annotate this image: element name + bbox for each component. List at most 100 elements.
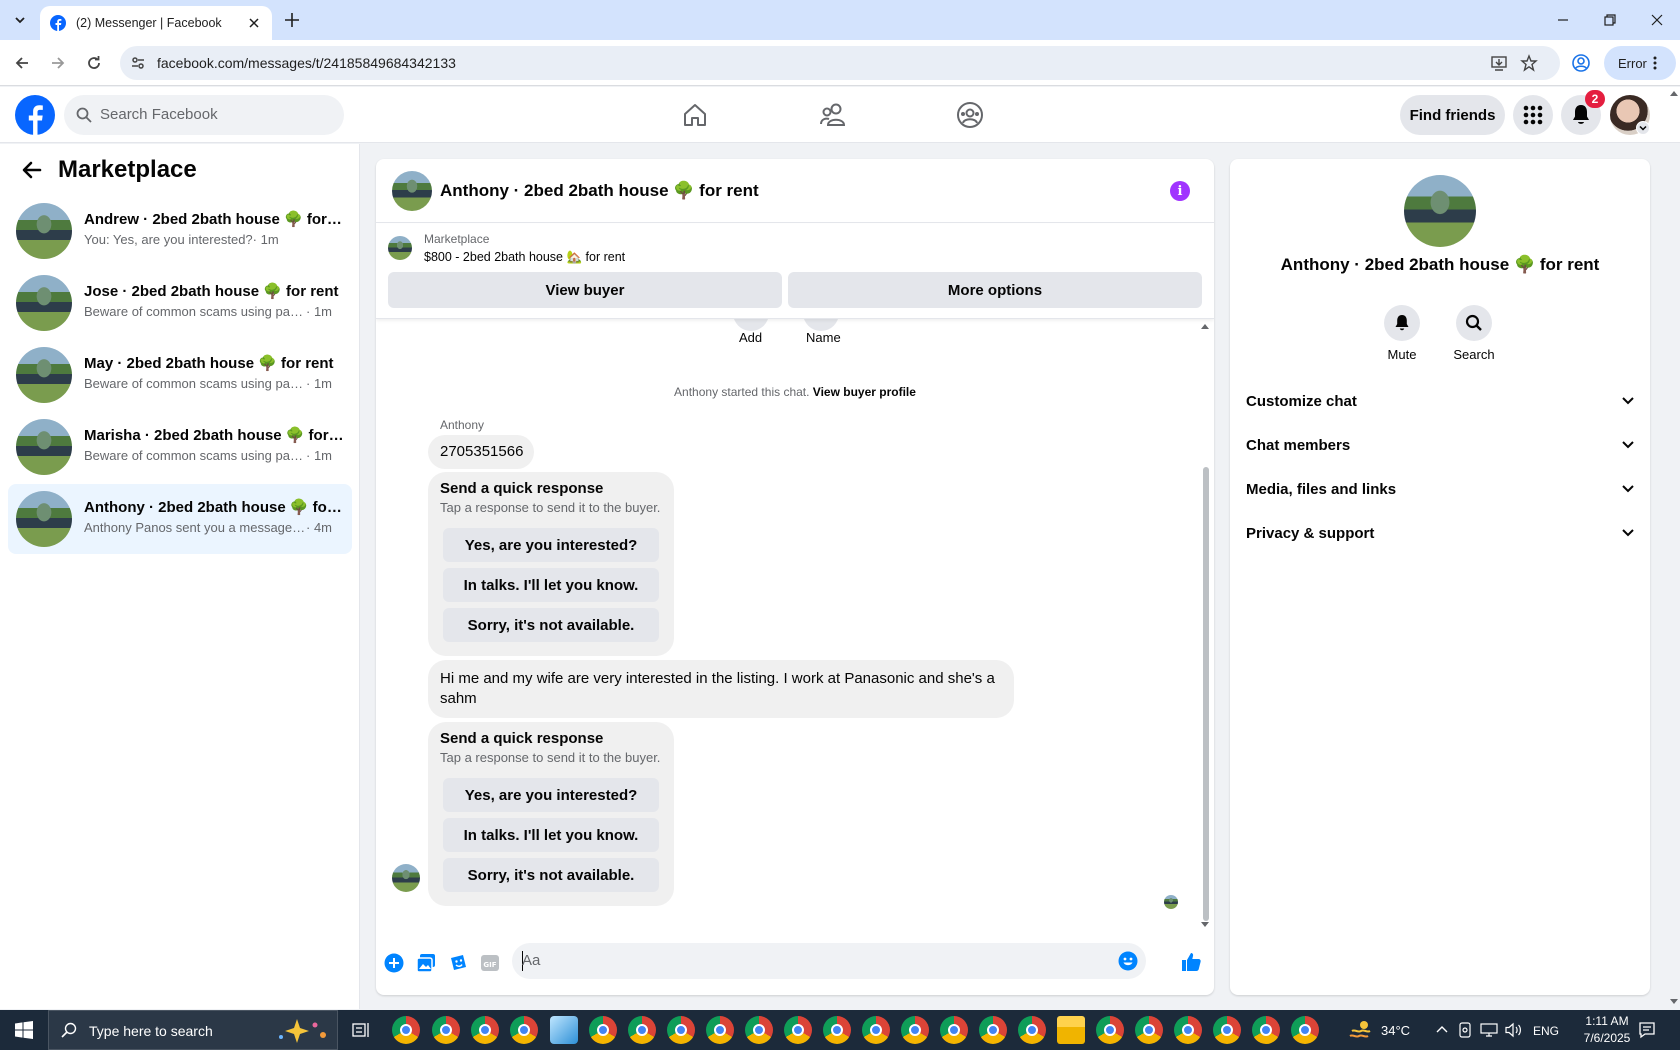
groups-nav-button[interactable]: [954, 99, 986, 131]
network-icon[interactable]: [1480, 1022, 1498, 1038]
quick-reply-not-available[interactable]: Sorry, it's not available.: [443, 608, 659, 642]
taskbar-file-explorer-app[interactable]: [1057, 1016, 1085, 1044]
weather-temperature[interactable]: 34°C: [1381, 1023, 1410, 1038]
quick-reply-interested[interactable]: Yes, are you interested?: [443, 778, 659, 812]
volume-icon[interactable]: [1504, 1022, 1522, 1038]
scroll-up-arrow-icon[interactable]: [1670, 90, 1678, 96]
more-options-button[interactable]: More options: [788, 272, 1202, 308]
taskbar-chrome-app-13[interactable]: [901, 1016, 929, 1044]
scroll-down-arrow-icon[interactable]: [1670, 999, 1678, 1005]
plus-circle-icon[interactable]: [384, 953, 404, 973]
taskbar-chrome-app-9[interactable]: [745, 1016, 773, 1044]
minimize-button[interactable]: [1540, 0, 1586, 40]
taskbar-chrome-app-20[interactable]: [1213, 1016, 1241, 1044]
message-bubble-interest[interactable]: Hi me and my wife are very interested in…: [428, 660, 1014, 718]
back-button[interactable]: [10, 51, 34, 75]
notification-center-icon[interactable]: [1638, 1021, 1656, 1039]
sender-avatar[interactable]: [392, 864, 420, 892]
tab-search-button[interactable]: [8, 8, 32, 32]
input-language[interactable]: ENG: [1533, 1024, 1559, 1038]
chat-title[interactable]: Anthony · 2bed 2bath house 🌳 for rent: [440, 181, 759, 201]
profile-error-button[interactable]: Error: [1604, 46, 1676, 80]
close-tab-icon[interactable]: [246, 15, 262, 31]
start-button[interactable]: [0, 1010, 48, 1050]
restore-button[interactable]: [1587, 0, 1633, 40]
mute-button[interactable]: Mute: [1372, 305, 1432, 362]
privacy-support-row[interactable]: Privacy & support: [1246, 513, 1634, 553]
browser-tab-messenger[interactable]: (2) Messenger | Facebook: [40, 6, 272, 40]
message-input[interactable]: Aa: [512, 943, 1146, 979]
clock-time[interactable]: 1:11 AM: [1577, 1014, 1637, 1028]
conversation-item-marisha[interactable]: Marisha · 2bed 2bath house 🌳 for rent Be…: [8, 412, 352, 482]
taskbar-chrome-app-19[interactable]: [1174, 1016, 1202, 1044]
taskbar-chrome-app-22[interactable]: [1291, 1016, 1319, 1044]
taskbar-chrome-app-6[interactable]: [628, 1016, 656, 1044]
taskbar-chrome-app-7[interactable]: [667, 1016, 695, 1044]
info-icon[interactable]: i: [1170, 181, 1190, 201]
customize-chat-row[interactable]: Customize chat: [1246, 381, 1634, 421]
taskbar-chrome-app-21[interactable]: [1252, 1016, 1280, 1044]
weather-icon[interactable]: [1348, 1020, 1372, 1040]
photo-icon[interactable]: [416, 953, 436, 973]
conversation-item-jose[interactable]: Jose · 2bed 2bath house 🌳 for rent Bewar…: [8, 268, 352, 338]
chat-avatar[interactable]: [392, 171, 432, 211]
taskbar-chrome-app-8[interactable]: [706, 1016, 734, 1044]
account-menu-caret[interactable]: [1636, 121, 1650, 135]
new-tab-icon[interactable]: [282, 10, 302, 30]
taskbar-chrome-app-17[interactable]: [1096, 1016, 1124, 1044]
quick-reply-in-talks[interactable]: In talks. I'll let you know.: [443, 568, 659, 602]
taskbar-chrome-app-11[interactable]: [823, 1016, 851, 1044]
quick-reply-not-available[interactable]: Sorry, it's not available.: [443, 858, 659, 892]
name-label[interactable]: Name: [806, 330, 841, 345]
details-avatar[interactable]: [1404, 175, 1476, 247]
taskbar-chrome-app-12[interactable]: [862, 1016, 890, 1044]
quick-reply-interested[interactable]: Yes, are you interested?: [443, 528, 659, 562]
chevron-up-icon[interactable]: [1436, 1025, 1448, 1033]
facebook-logo-icon[interactable]: [15, 95, 55, 135]
address-bar[interactable]: facebook.com/messages/t/2418584968434213…: [120, 46, 1560, 80]
home-nav-button[interactable]: [679, 99, 711, 131]
gif-icon[interactable]: GIF: [480, 953, 500, 973]
scroll-up-arrow-icon[interactable]: [1201, 323, 1209, 329]
chat-scrollbar-thumb[interactable]: [1203, 467, 1209, 921]
sticker-icon[interactable]: [448, 953, 468, 973]
listing-description[interactable]: $800 - 2bed 2bath house 🏡 for rent: [424, 250, 625, 265]
friends-nav-button[interactable]: [817, 99, 849, 131]
account-circle-icon[interactable]: [1571, 53, 1591, 73]
site-info-icon[interactable]: [130, 55, 146, 71]
install-app-icon[interactable]: [1490, 54, 1508, 72]
quick-reply-in-talks[interactable]: In talks. I'll let you know.: [443, 818, 659, 852]
taskbar-chrome-app-15[interactable]: [979, 1016, 1007, 1044]
taskbar-chrome-app-2[interactable]: [432, 1016, 460, 1044]
menu-button[interactable]: [1513, 95, 1553, 135]
scroll-down-arrow-icon[interactable]: [1201, 922, 1209, 928]
task-view-icon[interactable]: [352, 1022, 370, 1038]
thumbs-up-icon[interactable]: [1180, 951, 1202, 973]
facebook-search-input[interactable]: Search Facebook: [64, 95, 344, 135]
add-label[interactable]: Add: [739, 330, 762, 345]
search-in-chat-button[interactable]: Search: [1444, 305, 1504, 362]
taskbar-chrome-app-18[interactable]: [1135, 1016, 1163, 1044]
taskbar-chrome-app-3[interactable]: [471, 1016, 499, 1044]
taskbar-chrome-app-4[interactable]: [510, 1016, 538, 1044]
conversation-item-andrew[interactable]: Andrew · 2bed 2bath house 🌳 for rent You…: [8, 196, 352, 266]
close-window-button[interactable]: [1634, 0, 1680, 40]
back-arrow-icon[interactable]: [20, 158, 44, 182]
forward-button[interactable]: [46, 51, 70, 75]
media-files-links-row[interactable]: Media, files and links: [1246, 469, 1634, 509]
taskbar-notepad-app[interactable]: [550, 1016, 578, 1044]
taskbar-chrome-app-10[interactable]: [784, 1016, 812, 1044]
reload-button[interactable]: [82, 51, 106, 75]
chat-members-row[interactable]: Chat members: [1246, 425, 1634, 465]
emoji-icon[interactable]: [1118, 951, 1138, 971]
message-bubble-phone[interactable]: 2705351566: [428, 435, 534, 469]
find-friends-button[interactable]: Find friends: [1400, 95, 1505, 135]
taskbar-chrome-app-14[interactable]: [940, 1016, 968, 1044]
conversation-item-anthony[interactable]: Anthony · 2bed 2bath house 🌳 for rent An…: [8, 484, 352, 554]
bookmark-star-icon[interactable]: [1520, 54, 1538, 72]
view-buyer-button[interactable]: View buyer: [388, 272, 782, 308]
taskbar-search-box[interactable]: Type here to search: [48, 1010, 338, 1050]
taskbar-chrome-app-1[interactable]: [392, 1016, 420, 1044]
listing-thumbnail[interactable]: [388, 236, 412, 260]
taskbar-chrome-app-16[interactable]: [1018, 1016, 1046, 1044]
